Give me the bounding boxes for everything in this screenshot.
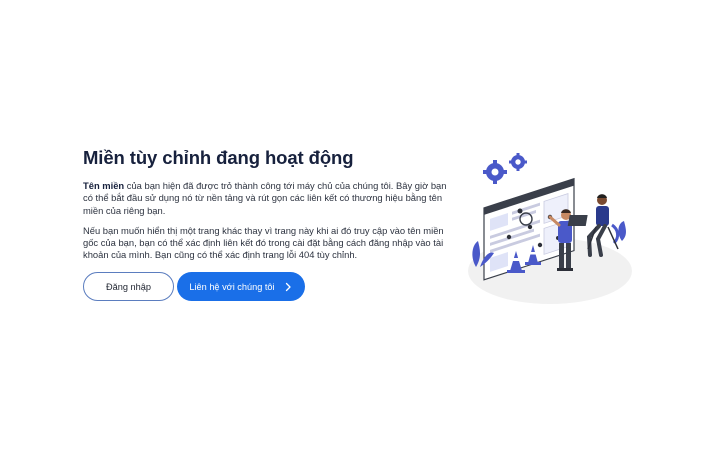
description-paragraph-1: Tên miền của bạn hiện đã được trỏ thành …: [83, 180, 453, 217]
login-button[interactable]: Đăng nhập: [83, 272, 174, 301]
domain-term: Tên miền: [83, 180, 125, 191]
main-content: Miền tùy chỉnh đang hoạt động Tên miền c…: [83, 146, 453, 262]
gear-icon: [483, 160, 507, 184]
contact-button[interactable]: Liên hệ với chúng tôi: [177, 272, 305, 301]
chevron-right-icon: [285, 282, 291, 291]
description-text-1: của bạn hiện đã được trỏ thành công tới …: [83, 180, 447, 216]
page: Miền tùy chỉnh đang hoạt động Tên miền c…: [0, 0, 720, 450]
action-buttons: Đăng nhập Liên hệ với chúng tôi: [83, 272, 305, 301]
website-maintenance-illustration: [468, 153, 632, 304]
description-paragraph-2: Nếu bạn muốn hiển thị một trang khác tha…: [83, 224, 444, 261]
login-button-label: Đăng nhập: [106, 281, 151, 292]
page-title: Miền tùy chỉnh đang hoạt động: [83, 147, 354, 168]
contact-button-label: Liên hệ với chúng tôi: [189, 281, 275, 292]
